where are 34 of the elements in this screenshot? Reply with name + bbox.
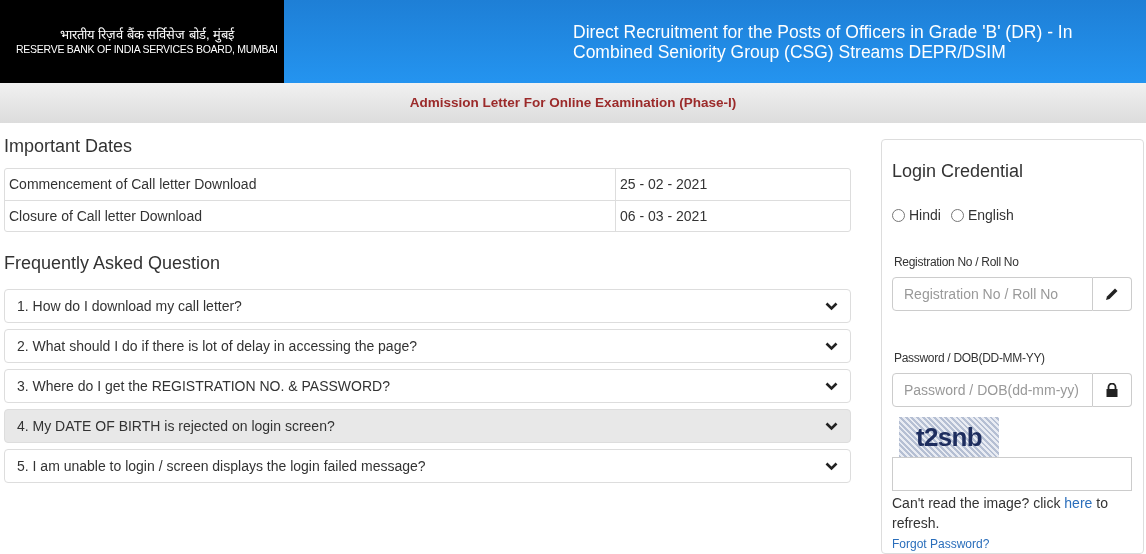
table-cell-text: 06 - 03 - 2021 [619, 206, 709, 226]
chevron-down-icon [825, 461, 838, 471]
faq-item[interactable]: 1. How do I download my call letter? [4, 289, 851, 323]
input-field[interactable]: Password / DOB(dd-mm-yy) [892, 373, 1093, 407]
table-cell-text: 25 - 02 - 2021 [619, 175, 709, 194]
section-heading: Important Dates [4, 135, 134, 158]
panel-heading: Login Credential [892, 160, 1025, 183]
refresh-link[interactable]: here [1064, 495, 1093, 511]
input-field[interactable]: Registration No / Roll No [892, 277, 1093, 311]
section-heading: Frequently Asked Question [4, 252, 222, 275]
language-radio[interactable]: English [950, 205, 1014, 226]
chevron-down-icon [825, 301, 838, 311]
captcha-field[interactable] [892, 457, 1132, 491]
field-label: Registration No / Roll No [894, 254, 1020, 271]
faq-item[interactable]: 5. I am unable to login / screen displays the login failed message? [4, 449, 851, 483]
faq-item[interactable]: 2. What should I do if there is lot of delay in accessing the page? [4, 329, 851, 363]
faq-item[interactable]: 3. Where do I get the REGISTRATION NO. & PASSWORD? [4, 369, 851, 403]
pencil-icon [1105, 287, 1119, 301]
subtitle-text: Admission Letter For Online Examination (Phase-I) [409, 93, 737, 112]
chevron-down-icon [825, 421, 838, 431]
chevron-down-icon [825, 341, 838, 351]
table-cell: Commencement of Call letter Download [5, 169, 616, 200]
chevron-down-icon [825, 381, 838, 391]
refresh-text: Can't read the image? click here to refresh. [892, 494, 1109, 533]
page-title: Direct Recruitment for the Posts of Officers in Grade 'B' (DR) - In Combined Seniority Group (CSG) Streams DEPR/DSIM [573, 21, 1074, 62]
captcha-text: t2snb [915, 420, 983, 454]
forgot-password-link[interactable]: Forgot Password? [892, 535, 990, 553]
lock-icon [1106, 383, 1118, 397]
logo-hindi-text: भारतीय रिज़र्व बैंक सर्विसेज बोर्ड, मुंबई [59, 26, 235, 44]
faq-item[interactable]: 4. My DATE OF BIRTH is rejected on login screen? [4, 409, 851, 443]
language-radio[interactable]: Hindi [892, 205, 941, 226]
field-label: Password / DOB(DD-MM-YY) [894, 350, 1046, 367]
logo-english-text: RESERVE BANK OF INDIA SERVICES BOARD, MUMBAI [16, 43, 278, 57]
table-cell: Closure of Call letter Download [5, 201, 616, 231]
